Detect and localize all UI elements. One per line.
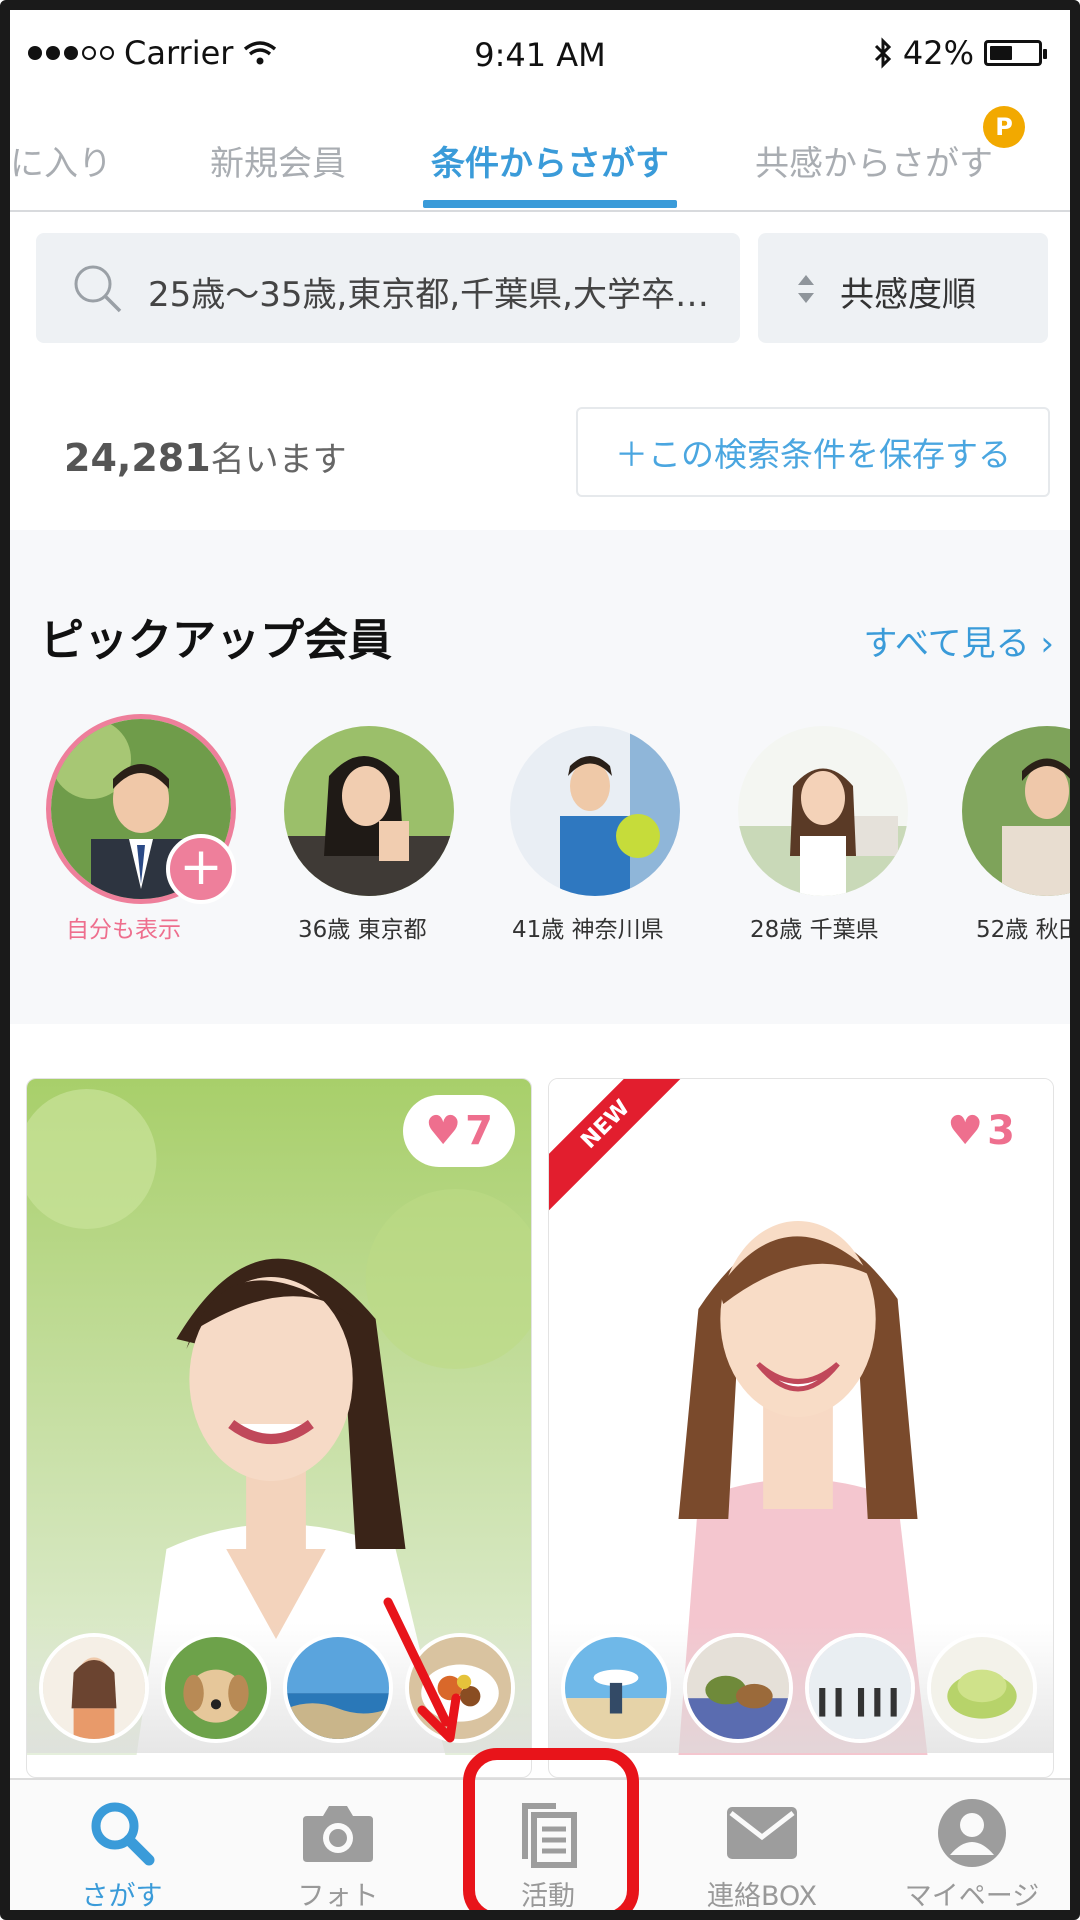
annotation-arrow-icon (383, 1597, 461, 1743)
annotation-highlight-box (463, 1748, 639, 1910)
phone-screen: Carrier 9:41 AM 42% に入り 新規会員 条件からさがす 共感か… (0, 0, 1080, 1920)
